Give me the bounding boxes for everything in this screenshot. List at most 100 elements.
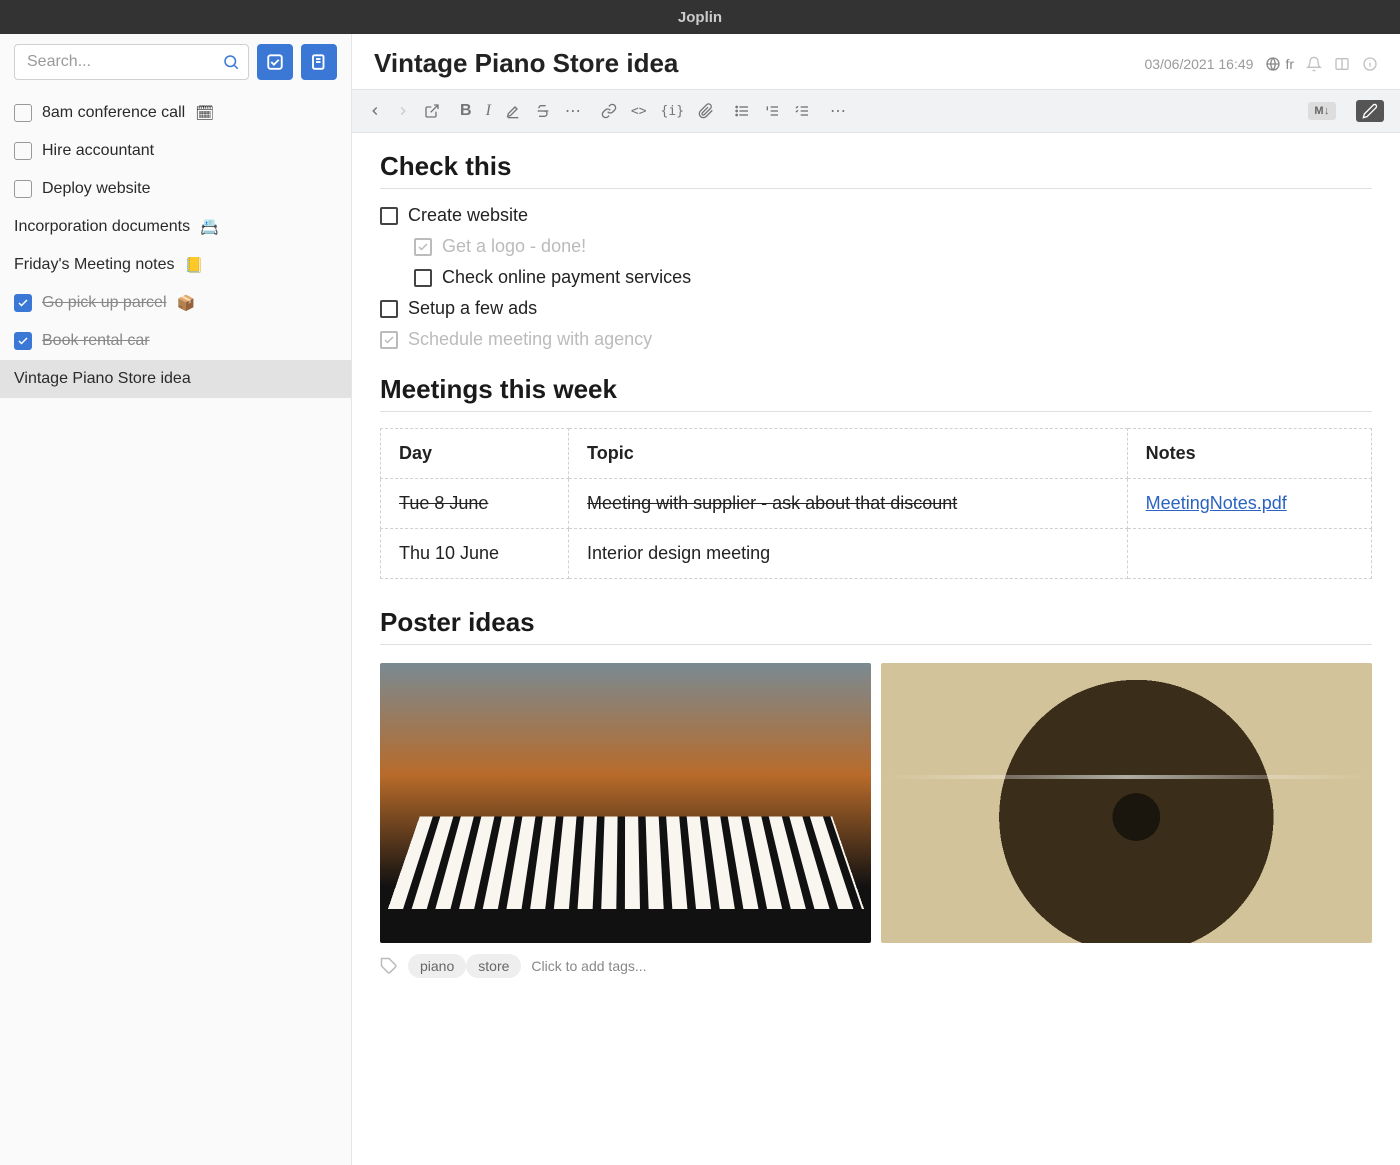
note-title[interactable]: Vintage Piano Store idea: [374, 48, 678, 79]
checkbox-icon[interactable]: [14, 294, 32, 312]
cell-notes: [1127, 529, 1371, 579]
table-header: Day: [381, 429, 569, 479]
note-header: Vintage Piano Store idea 03/06/2021 16:4…: [352, 34, 1400, 89]
note-list-label: Hire accountant: [42, 142, 154, 160]
new-todo-button[interactable]: [257, 44, 293, 80]
link-icon[interactable]: [601, 103, 617, 119]
emoji-icon: 📇: [200, 218, 219, 236]
note-list-item[interactable]: Friday's Meeting notes 📒: [0, 246, 351, 284]
note-list-item[interactable]: Hire accountant: [0, 132, 351, 170]
checklist-icon[interactable]: [794, 103, 810, 119]
table-header: Notes: [1127, 429, 1371, 479]
search-input-wrap[interactable]: [14, 44, 249, 80]
meetings-table: DayTopicNotes Tue 8 JuneMeeting with sup…: [380, 428, 1372, 579]
language-code: fr: [1285, 56, 1294, 72]
todo-text: Schedule meeting with agency: [408, 329, 652, 350]
todo-text: Get a logo - done!: [442, 236, 586, 257]
checkbox-icon[interactable]: [380, 331, 398, 349]
attachment-link[interactable]: MeetingNotes.pdf: [1146, 493, 1287, 513]
sidebar: 8am conference call🗓 Hire accountant Deplo…: [0, 34, 352, 1165]
checkbox-icon[interactable]: [414, 238, 432, 256]
note-list-label: Go pick up parcel: [42, 294, 167, 312]
attachment-icon[interactable]: [698, 103, 714, 119]
table-row: Tue 8 JuneMeeting with supplier - ask ab…: [381, 479, 1372, 529]
checkbox-icon[interactable]: [380, 300, 398, 318]
note-list-label: Friday's Meeting notes: [14, 256, 174, 274]
divider: [380, 411, 1372, 412]
external-link-icon[interactable]: [424, 103, 440, 119]
todo-item[interactable]: Get a logo - done!: [414, 236, 1372, 257]
checkbox-icon[interactable]: [14, 104, 32, 122]
table-row: Thu 10 JuneInterior design meeting: [381, 529, 1372, 579]
todo-item[interactable]: Schedule meeting with agency: [380, 329, 1372, 350]
checkbox-icon[interactable]: [14, 142, 32, 160]
divider: [380, 188, 1372, 189]
tag-icon[interactable]: [380, 957, 398, 975]
language-toggle[interactable]: fr: [1265, 56, 1294, 72]
bullet-list-icon[interactable]: [734, 103, 750, 119]
edit-toggle-button[interactable]: [1356, 100, 1384, 122]
table-header: Topic: [569, 429, 1128, 479]
code-icon[interactable]: <>: [631, 104, 647, 119]
italic-button[interactable]: I: [486, 102, 491, 120]
editor-toolbar: B I ⋯ <> {i} ⋯ M↓: [352, 89, 1400, 133]
back-icon[interactable]: [368, 104, 382, 118]
cell-topic: Interior design meeting: [569, 529, 1128, 579]
bold-button[interactable]: B: [460, 102, 472, 120]
note-list-item[interactable]: 8am conference call🗓: [0, 94, 351, 132]
todo-text: Check online payment services: [442, 267, 691, 288]
note-list-item[interactable]: Vintage Piano Store idea: [0, 360, 351, 398]
code-block-icon[interactable]: {i}: [661, 104, 684, 119]
window-titlebar: Joplin: [0, 0, 1400, 34]
cell-notes[interactable]: MeetingNotes.pdf: [1127, 479, 1371, 529]
todo-text: Setup a few ads: [408, 298, 537, 319]
note-list-item[interactable]: Book rental car: [0, 322, 351, 360]
todo-item[interactable]: Create website: [380, 205, 1372, 226]
main-panel: Vintage Piano Store idea 03/06/2021 16:4…: [352, 34, 1400, 1165]
note-list-item[interactable]: Incorporation documents 📇: [0, 208, 351, 246]
note-timestamp: 03/06/2021 16:49: [1144, 56, 1253, 72]
note-list: 8am conference call🗓 Hire accountant Deplo…: [0, 90, 351, 398]
note-list-label: Deploy website: [42, 180, 151, 198]
emoji-icon: 📦: [177, 294, 196, 312]
note-list-item[interactable]: Go pick up parcel 📦: [0, 284, 351, 322]
ordered-list-icon[interactable]: [764, 103, 780, 119]
note-list-item[interactable]: Deploy website: [0, 170, 351, 208]
checkbox-icon[interactable]: [414, 269, 432, 287]
checkbox-icon[interactable]: [380, 207, 398, 225]
section-heading-posters: Poster ideas: [380, 607, 1372, 638]
globe-icon: [1265, 56, 1281, 72]
add-tags-button[interactable]: Click to add tags...: [531, 958, 646, 974]
poster-row: [380, 663, 1372, 943]
todo-list: Create website Get a logo - done! Check on…: [380, 205, 1372, 350]
window-title: Joplin: [678, 9, 722, 26]
todo-item[interactable]: Check online payment services: [414, 267, 1372, 288]
emoji-icon: 🗓: [195, 104, 214, 122]
markdown-toggle[interactable]: M↓: [1308, 102, 1336, 120]
info-icon[interactable]: [1362, 56, 1378, 72]
layout-icon[interactable]: [1334, 56, 1350, 72]
todo-item[interactable]: Setup a few ads: [380, 298, 1372, 319]
search-input[interactable]: [15, 53, 248, 71]
checkbox-icon[interactable]: [14, 180, 32, 198]
strikethrough-icon[interactable]: [535, 103, 551, 119]
new-note-button[interactable]: [301, 44, 337, 80]
checkbox-icon[interactable]: [14, 332, 32, 350]
alarm-icon[interactable]: [1306, 56, 1322, 72]
poster-image-vinyl[interactable]: [881, 663, 1372, 943]
tag-pill[interactable]: store: [466, 954, 521, 978]
todo-text: Create website: [408, 205, 528, 226]
cell-day: Tue 8 June: [381, 479, 569, 529]
note-list-label: Incorporation documents: [14, 218, 190, 236]
emoji-icon: 📒: [184, 256, 203, 274]
highlight-icon[interactable]: [505, 103, 521, 119]
tag-pill[interactable]: piano: [408, 954, 466, 978]
note-body[interactable]: Check this Create websiteGet a logo - do…: [352, 133, 1400, 1165]
cell-day: Thu 10 June: [381, 529, 569, 579]
poster-image-piano[interactable]: [380, 663, 871, 943]
more-text-icon[interactable]: ⋯: [565, 101, 581, 121]
forward-icon[interactable]: [396, 104, 410, 118]
more-tools-icon[interactable]: ⋯: [830, 101, 846, 121]
note-list-label: Book rental car: [42, 332, 150, 350]
search-icon[interactable]: [222, 53, 240, 71]
